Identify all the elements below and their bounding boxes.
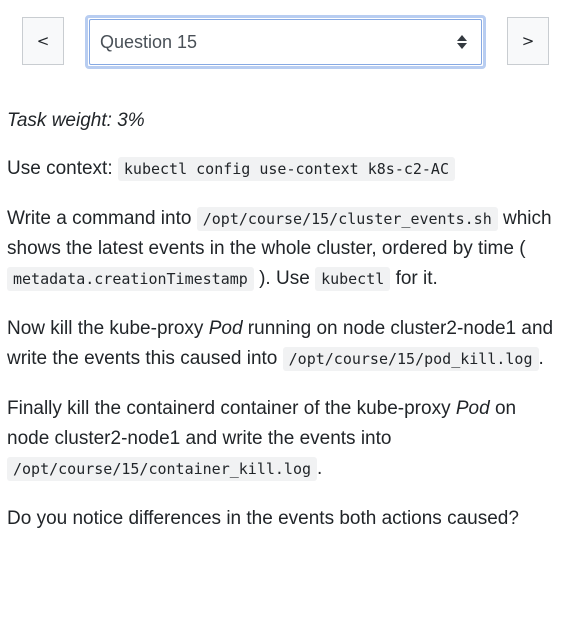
code-cluster-events-path: /opt/course/15/cluster_events.sh [196, 207, 498, 231]
instruction-paragraph-2: Now kill the kube-proxy Pod running on n… [7, 318, 554, 371]
code-pod-kill-log: /opt/course/15/pod_kill.log [282, 347, 539, 371]
question-select-value: Question 15 [100, 31, 198, 52]
select-caret-icon [457, 35, 467, 49]
context-line: Use context: kubectl config use-context … [7, 154, 563, 184]
instruction-paragraph-3: Finally kill the containerd container of… [7, 398, 517, 481]
question-body: Task weight: 3% Use context: kubectl con… [7, 106, 563, 554]
next-question-button[interactable]: > [507, 17, 549, 65]
question-select[interactable]: Question 15 [85, 15, 486, 69]
question-select-field[interactable]: Question 15 [89, 19, 482, 65]
instruction-paragraph-4: Do you notice differences in the events … [7, 508, 519, 529]
context-command: kubectl config use-context k8s-c2-AC [117, 157, 455, 181]
question-navigation: < Question 15 > [0, 15, 569, 69]
previous-question-button[interactable]: < [22, 17, 64, 65]
code-creation-timestamp: metadata.creationTimestamp [7, 267, 254, 291]
code-container-kill-log: /opt/course/15/container_kill.log [7, 457, 318, 481]
instruction-paragraph-1: Write a command into /opt/course/15/clus… [7, 207, 552, 291]
code-kubectl: kubectl [315, 267, 391, 291]
task-weight: Task weight: 3% [7, 110, 145, 131]
